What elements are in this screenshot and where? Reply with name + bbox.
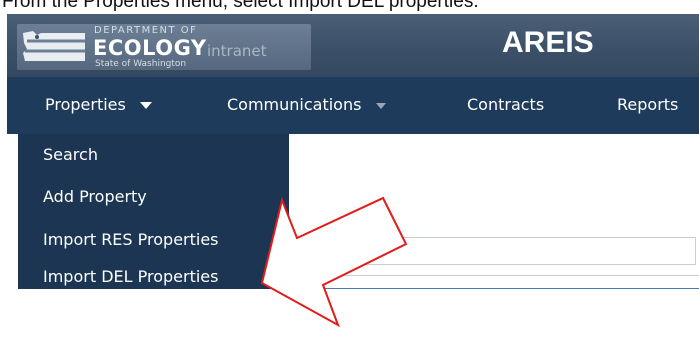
washington-state-map-icon	[23, 31, 85, 61]
chevron-down-icon	[139, 102, 152, 109]
chevron-down-icon	[375, 102, 386, 109]
nav-item-communications[interactable]: Communications	[227, 95, 387, 114]
nav-item-contracts[interactable]: Contracts	[467, 95, 544, 114]
app-header: DEPARTMENT OF ECOLOGY intranet State of …	[7, 14, 699, 76]
divider	[289, 288, 699, 289]
filter-field[interactable]: No filter	[289, 237, 696, 265]
nav-item-label: Reports	[617, 95, 679, 114]
instruction-caption: From the Properties menu, select Import …	[2, 0, 479, 12]
divider	[289, 275, 699, 276]
logo-state-text: State of Washington	[95, 59, 187, 69]
nav-item-properties[interactable]: Properties	[45, 95, 153, 114]
main-navbar: Properties Communications Contracts Repo…	[7, 76, 699, 134]
logo-intranet-text: intranet	[207, 42, 267, 60]
filter-text: No filter	[298, 242, 359, 260]
logo-department-text: DEPARTMENT OF	[94, 25, 198, 36]
menu-item-import-res-properties[interactable]: Import RES Properties	[43, 230, 219, 249]
nav-item-label: Communications	[227, 95, 362, 114]
menu-item-add-property[interactable]: Add Property	[43, 187, 147, 206]
nav-item-reports[interactable]: Reports	[617, 95, 678, 114]
menu-item-import-del-properties[interactable]: Import DEL Properties	[43, 267, 218, 286]
ecology-logo[interactable]: DEPARTMENT OF ECOLOGY intranet State of …	[17, 24, 311, 70]
nav-item-label: Properties	[45, 95, 126, 114]
properties-dropdown-menu: Search Add Property Import RES Propertie…	[18, 134, 289, 289]
menu-item-search[interactable]: Search	[43, 145, 98, 164]
app-screenshot: DEPARTMENT OF ECOLOGY intranet State of …	[7, 14, 699, 289]
logo-ecology-text: ECOLOGY	[93, 36, 207, 60]
app-title: AREIS	[502, 26, 594, 59]
nav-item-label: Contracts	[467, 95, 545, 114]
